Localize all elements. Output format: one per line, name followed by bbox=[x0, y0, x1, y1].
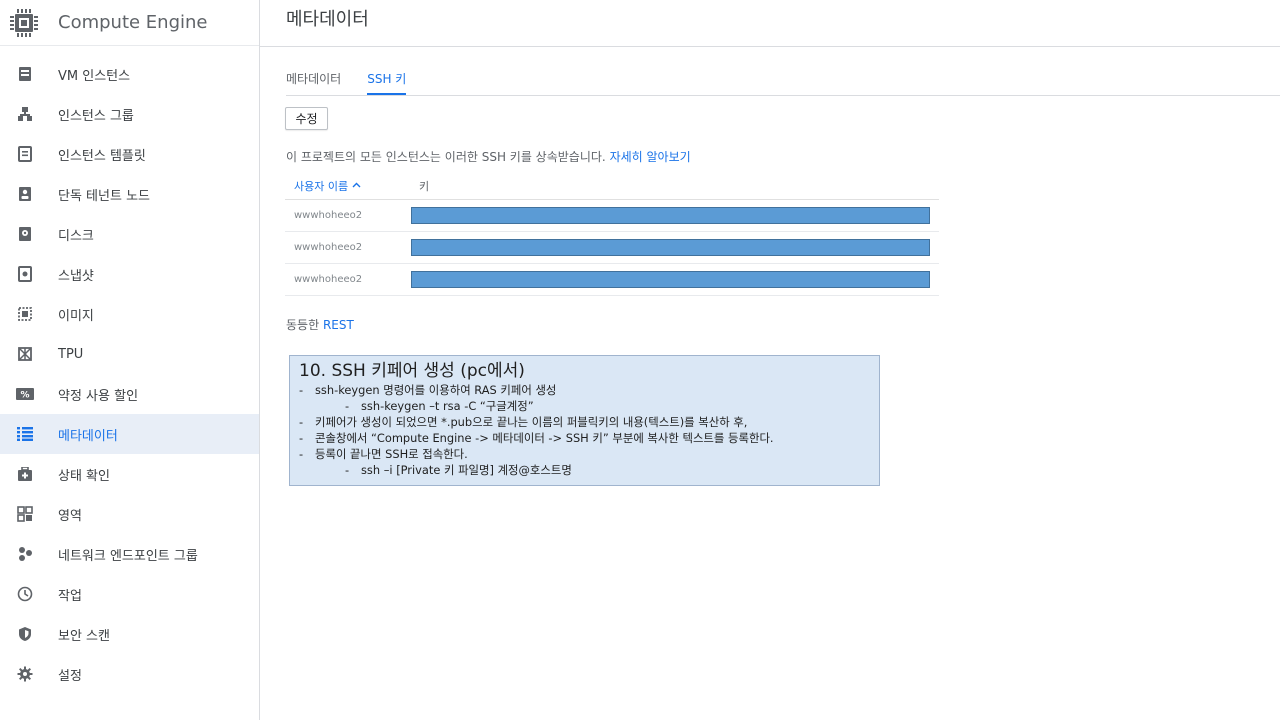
username-header-label: 사용자 이름 bbox=[294, 179, 349, 193]
row-username: wwwhoheeo2 bbox=[294, 242, 363, 253]
rest-prefix: 동등한 bbox=[286, 318, 320, 332]
instance-group-icon bbox=[16, 105, 34, 123]
sidebar-item-label: 디스크 bbox=[58, 228, 94, 244]
info-description: 이 프로젝트의 모든 인스턴스는 이러한 SSH 키를 상속받습니다. bbox=[286, 150, 606, 164]
sidebar-item-label: 약정 사용 할인 bbox=[58, 388, 139, 404]
learn-more-link[interactable]: 자세히 알아보기 bbox=[610, 150, 691, 164]
sidebar-item-label: VM 인스턴스 bbox=[58, 68, 131, 84]
sidebar-item-label: 영역 bbox=[58, 508, 82, 524]
sidebar-item-label: 단독 테넌트 노드 bbox=[58, 188, 150, 204]
username-column-header[interactable]: 사용자 이름 bbox=[285, 178, 411, 194]
network-endpoint-icon bbox=[16, 545, 34, 563]
edit-button[interactable]: 수정 bbox=[285, 107, 328, 130]
sidebar-item-label: 인스턴스 그룹 bbox=[58, 108, 134, 124]
sidebar-item-committed-use-discounts[interactable]: % 약정 사용 할인 bbox=[0, 374, 259, 414]
row-username: wwwhoheeo2 bbox=[294, 274, 363, 285]
sidebar-item-metadata[interactable]: 메타데이터 bbox=[0, 414, 259, 454]
tpu-icon bbox=[16, 345, 34, 363]
sidebar-item-operations[interactable]: 작업 bbox=[0, 574, 259, 614]
product-header: Compute Engine bbox=[0, 0, 259, 46]
disk-icon bbox=[16, 225, 34, 243]
note-line-text: ssh-keygen 명령어를 이용하여 RAS 키페어 생성 bbox=[315, 383, 557, 397]
sidebar-item-label: 스냅샷 bbox=[58, 268, 94, 284]
sidebar-item-label: 이미지 bbox=[58, 308, 94, 324]
sidebar-item-network-endpoint-groups[interactable]: 네트워크 엔드포인트 그룹 bbox=[0, 534, 259, 574]
note-line-text: 키페어가 생성이 되었으면 *.pub으로 끝나는 이름의 퍼블릭키의 내용(텍… bbox=[315, 415, 748, 429]
sort-up-icon bbox=[352, 180, 361, 191]
annotation-note: 10. SSH 키페어 생성 (pc에서) - ssh-keygen 명령어를 이… bbox=[289, 355, 880, 486]
key-column-header: 키 bbox=[419, 179, 430, 193]
sidebar-item-vm-instances[interactable]: VM 인스턴스 bbox=[0, 54, 259, 94]
row-username: wwwhoheeo2 bbox=[294, 210, 363, 221]
main-content: 메타데이터 메타데이터 SSH 키 수정 이 프로젝트의 모든 인스턴스는 이러… bbox=[260, 0, 1280, 720]
sidebar-item-images[interactable]: 이미지 bbox=[0, 294, 259, 334]
note-line-text: ssh-keygen –t rsa -C “구글계정” bbox=[361, 399, 534, 413]
sidebar-item-disks[interactable]: 디스크 bbox=[0, 214, 259, 254]
note-line: - 등록이 끝나면 SSH로 접속한다. bbox=[299, 447, 468, 461]
instance-template-icon bbox=[16, 145, 34, 163]
sidebar-item-instance-groups[interactable]: 인스턴스 그룹 bbox=[0, 94, 259, 134]
note-line-text: 등록이 끝나면 SSH로 접속한다. bbox=[315, 447, 468, 461]
page-header: 메타데이터 bbox=[260, 0, 1280, 47]
sidebar-item-label: 설정 bbox=[58, 668, 82, 684]
note-line: - ssh –i [Private 키 파일명] 계정@호스트명 bbox=[345, 463, 572, 477]
sidebar: Compute Engine VM 인스턴스 인스턴스 그룹 인스턴스 템플릿 … bbox=[0, 0, 260, 720]
discount-icon: % bbox=[16, 385, 34, 403]
sidebar-item-snapshots[interactable]: 스냅샷 bbox=[0, 254, 259, 294]
note-line: - ssh-keygen 명령어를 이용하여 RAS 키페어 생성 bbox=[299, 383, 557, 397]
page-title: 메타데이터 bbox=[286, 9, 369, 30]
note-title: 10. SSH 키페어 생성 (pc에서) bbox=[299, 361, 525, 381]
tab-ssh-keys[interactable]: SSH 키 bbox=[367, 64, 407, 95]
sidebar-item-security-scans[interactable]: 보안 스캔 bbox=[0, 614, 259, 654]
note-line-text: 콘솔창에서 “Compute Engine -> 메타데이터 -> SSH 키”… bbox=[315, 431, 774, 445]
clock-icon bbox=[16, 585, 34, 603]
sidebar-item-health-checks[interactable]: 상태 확인 bbox=[0, 454, 259, 494]
equivalent-rest: 동등한 REST bbox=[286, 316, 354, 333]
tab-bar: 메타데이터 SSH 키 bbox=[286, 64, 1280, 96]
sidebar-item-label: 상태 확인 bbox=[58, 468, 110, 484]
gear-icon bbox=[16, 665, 34, 683]
sidebar-nav: VM 인스턴스 인스턴스 그룹 인스턴스 템플릿 단독 테넌트 노드 디스크 스… bbox=[0, 54, 259, 694]
sidebar-item-settings[interactable]: 설정 bbox=[0, 654, 259, 694]
sidebar-item-label: 보안 스캔 bbox=[58, 628, 110, 644]
health-check-icon bbox=[16, 465, 34, 483]
image-icon bbox=[16, 305, 34, 323]
sidebar-item-label: TPU bbox=[58, 346, 84, 362]
rest-link[interactable]: REST bbox=[323, 318, 354, 332]
note-line: - 키페어가 생성이 되었으면 *.pub으로 끝나는 이름의 퍼블릭키의 내용(… bbox=[299, 415, 748, 429]
note-line: - ssh-keygen –t rsa -C “구글계정” bbox=[345, 399, 534, 413]
sidebar-item-label: 작업 bbox=[58, 588, 82, 604]
sidebar-item-instance-templates[interactable]: 인스턴스 템플릿 bbox=[0, 134, 259, 174]
ssh-keys-table: 사용자 이름 키 wwwhoheeo2 wwwhoheeo2 wwwhoheeo… bbox=[285, 172, 939, 296]
tab-metadata[interactable]: 메타데이터 bbox=[286, 64, 341, 95]
snapshot-icon bbox=[16, 265, 34, 283]
chip-icon[interactable] bbox=[7, 6, 41, 40]
redacted-key-bar bbox=[411, 239, 930, 256]
redacted-key-bar bbox=[411, 271, 930, 288]
note-line-text: ssh –i [Private 키 파일명] 계정@호스트명 bbox=[361, 463, 572, 477]
table-row: wwwhoheeo2 bbox=[285, 232, 939, 264]
sidebar-item-zones[interactable]: 영역 bbox=[0, 494, 259, 534]
info-text: 이 프로젝트의 모든 인스턴스는 이러한 SSH 키를 상속받습니다. 자세히 … bbox=[286, 148, 691, 165]
shield-icon bbox=[16, 625, 34, 643]
table-row: wwwhoheeo2 bbox=[285, 200, 939, 232]
sidebar-item-label: 네트워크 엔드포인트 그룹 bbox=[58, 548, 198, 564]
metadata-icon bbox=[16, 425, 34, 443]
sidebar-item-sole-tenant-nodes[interactable]: 단독 테넌트 노드 bbox=[0, 174, 259, 214]
sidebar-item-tpu[interactable]: TPU bbox=[0, 334, 259, 374]
zones-icon bbox=[16, 505, 34, 523]
redacted-key-bar bbox=[411, 207, 930, 224]
note-line: - 콘솔창에서 “Compute Engine -> 메타데이터 -> SSH 키… bbox=[299, 431, 774, 445]
svg-text:%: % bbox=[20, 391, 29, 401]
vm-instance-icon bbox=[16, 65, 34, 83]
table-row: wwwhoheeo2 bbox=[285, 264, 939, 296]
table-header: 사용자 이름 키 bbox=[285, 172, 939, 200]
sidebar-item-label: 인스턴스 템플릿 bbox=[58, 148, 146, 164]
sidebar-item-label: 메타데이터 bbox=[58, 428, 118, 444]
sole-tenant-icon bbox=[16, 185, 34, 203]
product-title: Compute Engine bbox=[58, 12, 208, 33]
